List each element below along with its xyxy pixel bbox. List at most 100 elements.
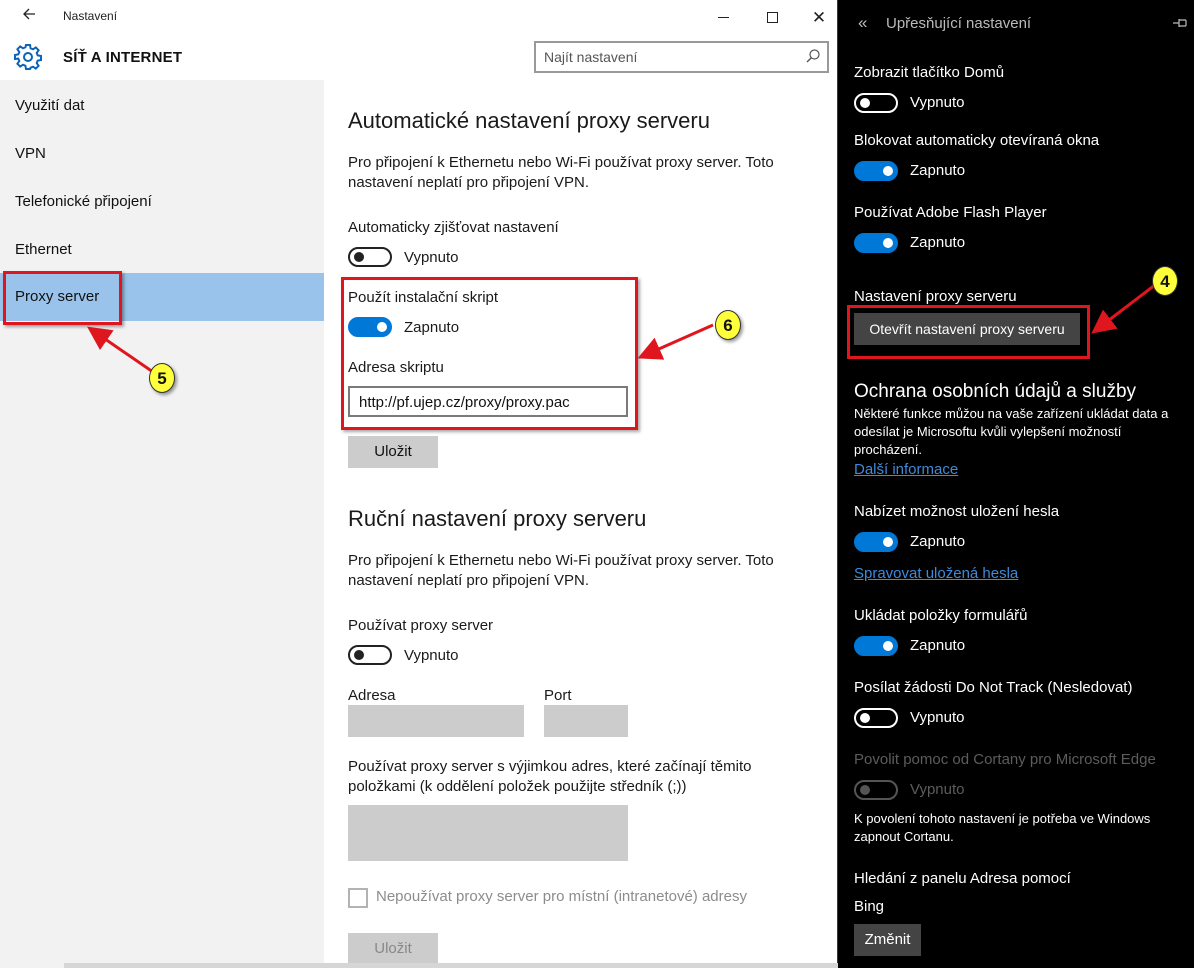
toggle-knob	[377, 322, 387, 332]
privacy-heading: Ochrana osobních údajů a služby	[854, 381, 1137, 402]
settings-header: SÍŤ A INTERNET	[0, 34, 838, 80]
do-not-track-label: Posílat žádosti Do Not Track (Nesledovat…	[854, 679, 1133, 696]
home-button-label: Zobrazit tlačítko Domů	[854, 64, 1005, 81]
sidebar-item-dial-up[interactable]: Telefonické připojení	[0, 178, 324, 226]
exceptions-label-line: položkami (k oddělení položek použijte s…	[348, 778, 687, 795]
annotation-badge-4: 4	[1152, 266, 1178, 296]
setup-script-toggle[interactable]	[348, 317, 392, 337]
manual-proxy-description-line: Pro připojení k Ethernetu nebo Wi-Fi pou…	[348, 552, 774, 569]
double-chevron-left-icon[interactable]: «	[858, 13, 867, 33]
close-button[interactable]: ✕	[804, 4, 834, 30]
page-title: SÍŤ A INTERNET	[63, 49, 183, 66]
home-button-toggle[interactable]	[854, 93, 898, 113]
minimize-button[interactable]	[708, 4, 738, 30]
auto-detect-toggle[interactable]	[348, 247, 392, 267]
exceptions-textarea[interactable]	[348, 805, 628, 861]
proxy-port-label: Port	[544, 687, 572, 704]
privacy-description-line: odesílat je Microsoftu kvůli vylepšení m…	[854, 424, 1122, 439]
search-box[interactable]	[534, 41, 829, 73]
manual-proxy-description: Pro připojení k Ethernetu nebo Wi-Fi pou…	[348, 551, 808, 591]
block-popups-state: Zapnuto	[910, 162, 966, 179]
flash-state: Zapnuto	[910, 234, 966, 251]
privacy-description: Některé funkce můžou na vaše zařízení uk…	[854, 405, 1179, 459]
minimize-icon	[717, 16, 729, 18]
home-button-state: Vypnuto	[910, 94, 965, 111]
sidebar-item-ethernet[interactable]: Ethernet	[0, 226, 324, 274]
cortana-toggle[interactable]	[854, 780, 898, 800]
search-icon[interactable]	[805, 48, 821, 64]
search-input[interactable]	[544, 48, 799, 66]
block-popups-toggle[interactable]	[854, 161, 898, 181]
cortana-state: Vypnuto	[910, 781, 965, 798]
annotation-badge-6: 6	[715, 310, 741, 340]
proxy-settings-label: Nastavení proxy serveru	[854, 288, 1017, 305]
sidebar-nav: Využití dat VPN Telefonické připojení Et…	[0, 80, 324, 968]
manual-proxy-description-line: nastavení neplatí pro připojení VPN.	[348, 572, 589, 589]
auto-proxy-description: Pro připojení k Ethernetu nebo Wi-Fi pou…	[348, 153, 808, 193]
annotation-badge-5: 5	[149, 363, 175, 393]
maximize-icon	[766, 11, 778, 23]
toggle-knob	[883, 641, 893, 651]
toggle-knob	[860, 785, 870, 795]
cortana-note: K povolení tohoto nastavení je potřeba v…	[854, 810, 1179, 846]
proxy-content: Automatické nastavení proxy serveru Pro …	[324, 80, 838, 968]
exceptions-label-line: Používat proxy server s výjimkou adres, …	[348, 758, 752, 775]
flash-toggle[interactable]	[854, 233, 898, 253]
block-popups-label: Blokovat automaticky otevíraná okna	[854, 132, 1100, 149]
use-proxy-toggle[interactable]	[348, 645, 392, 665]
use-proxy-state: Vypnuto	[404, 647, 459, 664]
arrow-left-icon[interactable]	[18, 6, 40, 28]
bottom-strip	[64, 963, 838, 968]
toggle-knob	[883, 166, 893, 176]
sidebar-item-proxy[interactable]: Proxy server	[0, 273, 324, 321]
pin-icon[interactable]	[1171, 14, 1189, 32]
auto-detect-label: Automaticky zjišťovat nastavení	[348, 219, 559, 236]
form-entries-state: Zapnuto	[910, 637, 966, 654]
gear-icon	[14, 44, 42, 70]
form-entries-toggle[interactable]	[854, 636, 898, 656]
local-bypass-label: Nepoužívat proxy server pro místní (intr…	[376, 888, 747, 905]
cortana-note-line: zapnout Cortanu.	[854, 829, 954, 844]
save-passwords-label: Nabízet možnost uložení hesla	[854, 503, 1060, 520]
edge-advanced-settings-pane: « Upřesňující nastavení Zobrazit tlačítk…	[843, 0, 1194, 968]
settings-window: Nastavení ✕ SÍŤ A INTERNET Využití dat V…	[0, 0, 838, 968]
local-bypass-checkbox[interactable]	[348, 888, 368, 908]
address-bar-search-label: Hledání z panelu Adresa pomocí	[854, 870, 1071, 887]
setup-script-label: Použít instalační skript	[348, 289, 499, 306]
do-not-track-toggle[interactable]	[854, 708, 898, 728]
open-proxy-settings-button[interactable]: Otevřít nastavení proxy serveru	[854, 313, 1080, 345]
script-address-field[interactable]	[348, 386, 628, 417]
save-passwords-state: Zapnuto	[910, 533, 966, 550]
auto-detect-state: Vypnuto	[404, 249, 459, 266]
flash-label: Používat Adobe Flash Player	[854, 204, 1047, 221]
privacy-description-line: procházení.	[854, 442, 922, 457]
proxy-address-input[interactable]	[348, 705, 524, 737]
sidebar-item-data-usage[interactable]: Využití dat	[0, 82, 324, 130]
auto-proxy-description-line: Pro připojení k Ethernetu nebo Wi-Fi pou…	[348, 154, 774, 171]
toggle-knob	[883, 238, 893, 248]
toggle-knob	[860, 713, 870, 723]
change-search-engine-button[interactable]: Změnit	[854, 924, 921, 956]
save-manual-button[interactable]: Uložit	[348, 933, 438, 965]
script-address-label: Adresa skriptu	[348, 359, 444, 376]
form-entries-label: Ukládat položky formulářů	[854, 607, 1028, 624]
auto-proxy-heading: Automatické nastavení proxy serveru	[348, 108, 710, 133]
close-icon: ✕	[811, 7, 827, 27]
flyout-title: Upřesňující nastavení	[886, 15, 1032, 32]
proxy-port-input[interactable]	[544, 705, 628, 737]
more-info-link[interactable]: Další informace	[854, 461, 958, 478]
toggle-knob	[354, 252, 364, 262]
script-address-input[interactable]	[359, 393, 617, 411]
maximize-button[interactable]	[757, 4, 787, 30]
toggle-knob	[354, 650, 364, 660]
privacy-description-line: Některé funkce můžou na vaše zařízení uk…	[854, 406, 1169, 421]
do-not-track-state: Vypnuto	[910, 709, 965, 726]
flyout-header: « Upřesňující nastavení	[843, 0, 1194, 48]
cortana-note-line: K povolení tohoto nastavení je potřeba v…	[854, 811, 1151, 826]
use-proxy-label: Používat proxy server	[348, 617, 494, 634]
save-passwords-toggle[interactable]	[854, 532, 898, 552]
manage-passwords-link[interactable]: Spravovat uložená hesla	[854, 565, 1018, 582]
save-auto-button[interactable]: Uložit	[348, 436, 438, 468]
sidebar-item-vpn[interactable]: VPN	[0, 130, 324, 178]
manual-proxy-heading: Ruční nastavení proxy serveru	[348, 506, 647, 531]
